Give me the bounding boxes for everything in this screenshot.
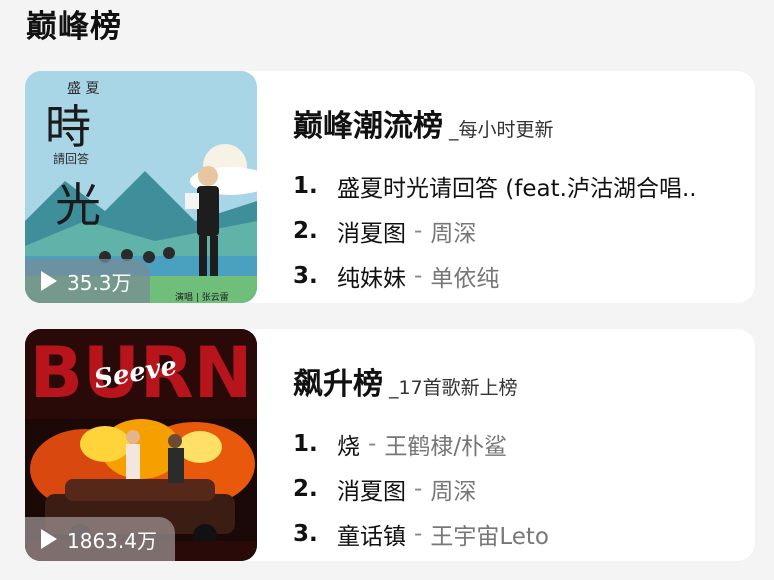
rank-number: 3. (293, 520, 318, 547)
separator: - (414, 217, 423, 244)
artist-name: 王宇宙Leto (430, 523, 549, 550)
cover-text-mid: 請回答 (53, 151, 89, 166)
chart-header[interactable]: 飙升榜 _17首歌新上榜 (293, 359, 518, 403)
section-title: 巅峰榜 (26, 9, 122, 45)
rank-item[interactable]: 1. 烧 - 王鹤棣/朴鲨 (293, 421, 549, 466)
rank-number: 2. (293, 217, 318, 244)
play-icon (41, 529, 57, 549)
cover-text-big2: 光 (55, 178, 101, 232)
rank-item[interactable]: 3. 童话镇 - 王宇宙Leto (293, 511, 549, 556)
separator: - (368, 430, 377, 457)
play-count-badge[interactable]: 35.3万 (25, 259, 150, 303)
song-title: 消夏图 (337, 478, 406, 505)
rank-list: 1. 盛夏时光请回答 (feat.泸沽湖合唱.. 2. 消夏图 - 周深 3. … (293, 163, 697, 298)
play-icon (41, 271, 57, 291)
artist-name: 单依纯 (430, 265, 500, 292)
rank-item[interactable]: 2. 消夏图 - 周深 (293, 208, 697, 253)
chart-name[interactable]: 巅峰潮流榜 (293, 101, 443, 145)
chart-header[interactable]: 巅峰潮流榜 _每小时更新 (293, 101, 554, 145)
chart-subtitle: _17首歌新上榜 (389, 377, 518, 399)
rank-list: 1. 烧 - 王鹤棣/朴鲨 2. 消夏图 - 周深 3. 童话镇 - 王宇宙Le… (293, 421, 549, 556)
cover-text-top: 盛 夏 (67, 81, 99, 97)
chart-cover-image[interactable]: BURN Seeve 1863.4万 (25, 329, 257, 561)
chart-card-rising[interactable]: BURN Seeve 1863.4万 飙升榜 _17首歌新上榜 1. 烧 - 王… (25, 329, 755, 561)
artist-name: 周深 (430, 220, 477, 247)
play-count-badge[interactable]: 1863.4万 (25, 517, 175, 561)
chart-card-peak-trend[interactable]: 盛 夏 時 請回答 光 演唱 | 张云雷 35.3万 巅峰潮流榜 _每小时更新 (25, 71, 755, 303)
separator: - (414, 475, 423, 502)
rank-number: 2. (293, 475, 318, 502)
rank-number: 1. (293, 430, 318, 457)
cover-credit: 演唱 | 张云雷 (175, 291, 229, 303)
rank-number: 1. (293, 172, 318, 199)
song-title: 盛夏时光请回答 (feat.泸沽湖合唱.. (337, 175, 697, 202)
song-title: 烧 (337, 433, 360, 460)
song-title: 童话镇 (337, 523, 406, 550)
song-title: 纯妹妹 (337, 265, 406, 292)
song-title: 消夏图 (337, 220, 406, 247)
cover-text-big1: 時 (45, 100, 91, 154)
rank-item[interactable]: 1. 盛夏时光请回答 (feat.泸沽湖合唱.. (293, 163, 697, 208)
artist-name: 王鹤棣/朴鲨 (384, 433, 508, 460)
play-count: 35.3万 (67, 270, 132, 295)
separator: - (414, 262, 423, 289)
chart-cover-image[interactable]: 盛 夏 時 請回答 光 演唱 | 张云雷 35.3万 (25, 71, 257, 303)
chart-subtitle: _每小时更新 (449, 119, 554, 141)
rank-item[interactable]: 3. 纯妹妹 - 单依纯 (293, 253, 697, 298)
chart-name[interactable]: 飙升榜 (293, 359, 383, 403)
artist-name: 周深 (430, 478, 477, 505)
play-count: 1863.4万 (67, 528, 157, 553)
rank-item[interactable]: 2. 消夏图 - 周深 (293, 466, 549, 511)
rank-number: 3. (293, 262, 318, 289)
separator: - (414, 520, 423, 547)
